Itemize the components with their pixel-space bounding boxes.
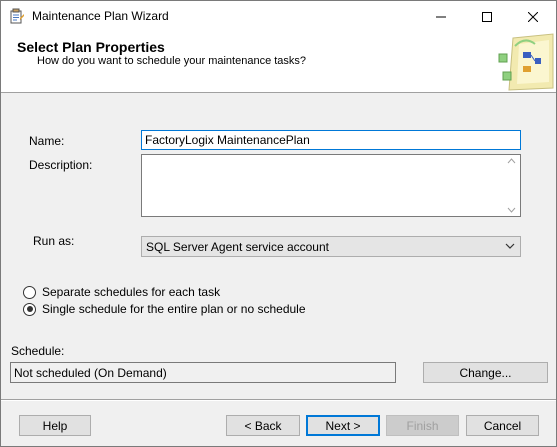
name-input[interactable]: [141, 130, 521, 150]
schedule-value-box: Not scheduled (On Demand): [10, 362, 396, 383]
run-as-value: SQL Server Agent service account: [146, 240, 329, 254]
next-button-label: Next >: [325, 418, 361, 433]
help-button[interactable]: Help: [19, 415, 91, 436]
minimize-button[interactable]: [418, 1, 464, 32]
cancel-button[interactable]: Cancel: [466, 415, 539, 436]
back-button[interactable]: < Back: [226, 415, 300, 436]
radio-label: Separate schedules for each task: [42, 285, 221, 299]
finish-button-label: Finish: [406, 418, 439, 433]
wizard-header: Select Plan Properties How do you want t…: [1, 32, 556, 93]
radio-button[interactable]: [23, 285, 36, 299]
wizard-window: Maintenance Plan Wizard Select Plan Prop…: [0, 0, 557, 447]
wizard-app-icon: [10, 8, 24, 24]
description-input[interactable]: [141, 154, 521, 217]
maximize-icon: [482, 11, 492, 22]
description-label: Description:: [29, 158, 93, 172]
next-button[interactable]: Next >: [306, 415, 380, 436]
title-bar[interactable]: Maintenance Plan Wizard: [1, 1, 556, 32]
name-label: Name:: [29, 134, 65, 148]
maximize-button[interactable]: [464, 1, 510, 32]
page-title: Select Plan Properties: [17, 39, 165, 55]
finish-button[interactable]: Finish: [386, 415, 459, 436]
help-button-label: Help: [42, 418, 68, 433]
scroll-up-icon[interactable]: [507, 155, 516, 167]
footer-separator: [1, 399, 556, 401]
chevron-down-icon: [505, 243, 515, 249]
radio-single-schedule[interactable]: Single schedule for the entire plan or n…: [23, 302, 306, 316]
schedule-value: Not scheduled (On Demand): [14, 366, 167, 380]
change-button-label: Change...: [459, 365, 512, 380]
run-as-select[interactable]: SQL Server Agent service account: [141, 236, 521, 257]
description-scrollbar[interactable]: [503, 155, 520, 216]
change-schedule-button[interactable]: Change...: [423, 362, 548, 383]
radio-separate-schedules[interactable]: Separate schedules for each task: [23, 285, 220, 299]
back-button-label: < Back: [244, 418, 282, 433]
close-icon: [528, 11, 538, 22]
wizard-header-graphic: [498, 33, 554, 91]
scroll-down-icon[interactable]: [507, 204, 516, 216]
schedule-label: Schedule:: [11, 344, 65, 358]
radio-button[interactable]: [23, 302, 36, 316]
cancel-button-label: Cancel: [483, 418, 522, 433]
page-subtitle: How do you want to schedule your mainten…: [37, 55, 307, 67]
close-button[interactable]: [510, 1, 556, 32]
run-as-label: Run as:: [33, 234, 75, 248]
window-title: Maintenance Plan Wizard: [32, 9, 169, 23]
radio-label: Single schedule for the entire plan or n…: [42, 302, 306, 316]
minimize-icon: [436, 16, 446, 17]
